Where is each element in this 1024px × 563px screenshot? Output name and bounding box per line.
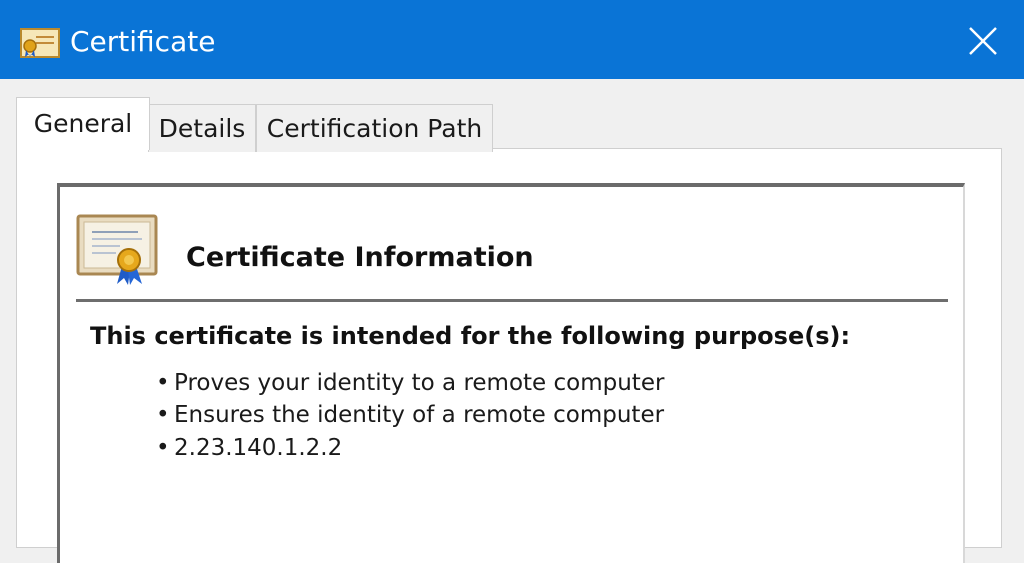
- tab-details[interactable]: Details: [148, 104, 256, 152]
- bullet: •: [156, 435, 170, 461]
- purpose-list-item: • Ensures the identity of a remote comput…: [156, 399, 664, 431]
- close-button[interactable]: [956, 14, 1010, 68]
- certificate-icon: [76, 210, 160, 286]
- tab-general[interactable]: General: [16, 97, 150, 150]
- divider: [76, 299, 948, 302]
- bullet: •: [156, 370, 170, 396]
- purpose-heading: This certificate is intended for the fol…: [90, 322, 851, 350]
- certificate-icon: [20, 28, 60, 58]
- purpose-list-item: • 2.23.140.1.2.2: [156, 432, 342, 464]
- bullet: •: [156, 402, 170, 428]
- purpose-list-item: • Proves your identity to a remote comput…: [156, 367, 664, 399]
- close-icon: [956, 27, 1010, 72]
- purpose-text: Ensures the identity of a remote compute…: [174, 402, 665, 428]
- title-bar: Certificate: [0, 0, 1024, 79]
- window-title: Certificate: [70, 25, 216, 58]
- tab-certification-path[interactable]: Certification Path: [256, 104, 493, 152]
- purpose-text: 2.23.140.1.2.2: [174, 435, 343, 461]
- certificate-info-heading: Certificate Information: [186, 242, 534, 273]
- purpose-text: Proves your identity to a remote compute…: [174, 370, 665, 396]
